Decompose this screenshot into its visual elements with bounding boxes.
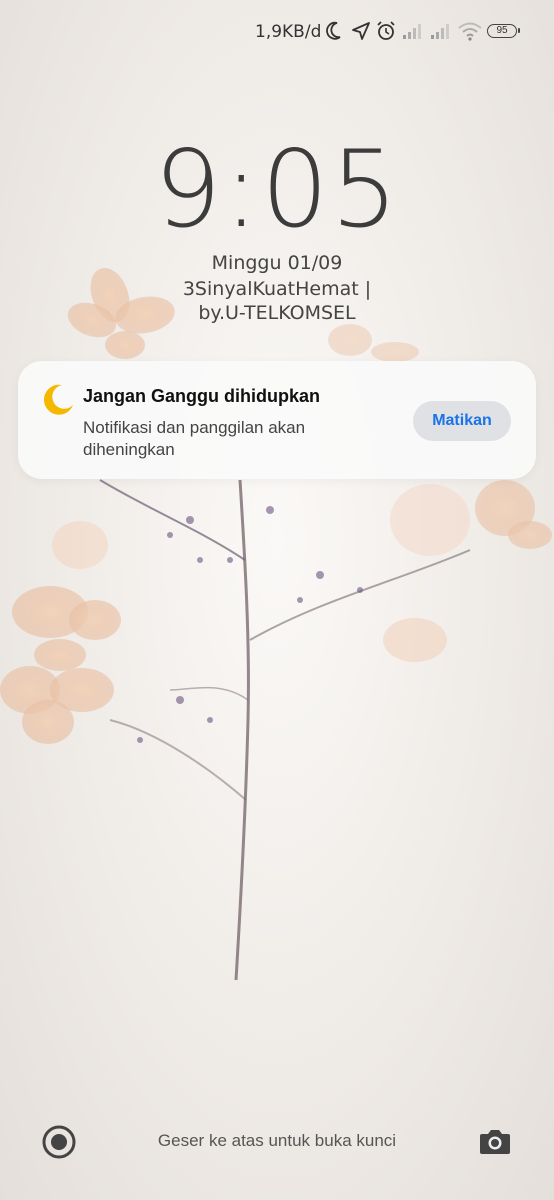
carrier-info-line1: 3SinyalKuatHemat |: [182, 278, 372, 300]
network-speed: 1,9KB/d: [255, 22, 322, 42]
alarm-icon: [377, 21, 395, 40]
moon-icon: [43, 384, 73, 415]
camera-icon[interactable]: [478, 1126, 512, 1156]
notification-body: Notifikasi dan panggilan akan diheningka…: [83, 418, 306, 459]
dnd-notification-card[interactable]: Jangan Ganggu dihidupkan Notifikasi dan …: [18, 361, 536, 479]
turn-off-button[interactable]: Matikan: [413, 401, 511, 441]
wifi-icon: [458, 22, 482, 41]
location-arrow-icon: [352, 22, 370, 40]
unlock-hint: Geser ke atas untuk buka kunci: [157, 1131, 397, 1150]
lockscreen-clock: 9:05: [153, 128, 401, 251]
moon-icon: [326, 21, 341, 40]
battery-icon: 95: [487, 24, 520, 38]
notification-title: Jangan Ganggu dihidupkan: [83, 386, 321, 406]
signal-2-icon: [431, 24, 449, 39]
signal-1-icon: [403, 24, 421, 39]
status-bar: 1,9KB/d 95: [0, 0, 554, 64]
lockscreen-date: Minggu 01/09: [211, 252, 343, 274]
carrier-info-line2: by.U-TELKOMSEL: [198, 302, 356, 324]
